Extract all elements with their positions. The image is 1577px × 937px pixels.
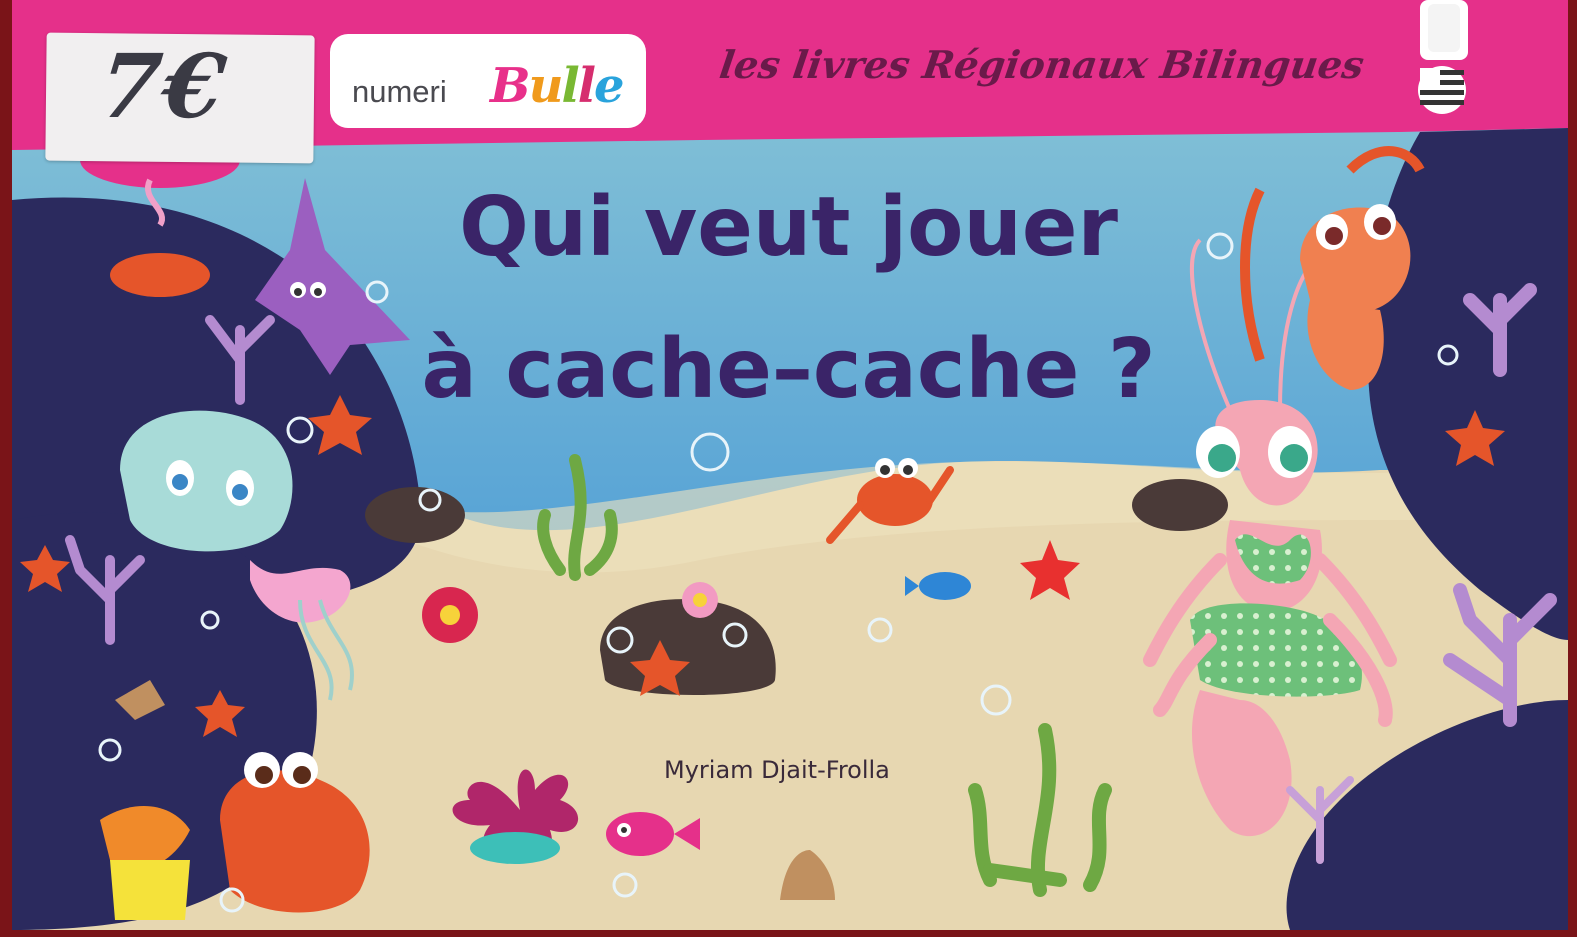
publisher-name-part1: numeri bbox=[352, 74, 447, 109]
pink-fish bbox=[606, 812, 674, 856]
price-label: 7€ bbox=[94, 34, 232, 138]
book-title-line-1: Qui veut jouer bbox=[459, 180, 1118, 275]
series-label: les livres Régionaux Bilingues bbox=[716, 42, 1367, 87]
author-name: Myriam Djait-Frolla bbox=[664, 756, 890, 784]
blue-fish bbox=[919, 572, 971, 600]
small-rock-right bbox=[1132, 479, 1228, 531]
book-title-line-2: à cache–cache ? bbox=[421, 322, 1156, 417]
blue-jellyfish bbox=[120, 410, 293, 552]
publisher-name-part2: Bulle bbox=[490, 58, 624, 114]
red-crab bbox=[857, 474, 933, 526]
breton-flag-icon bbox=[1418, 66, 1466, 114]
small-rock-left bbox=[365, 487, 465, 543]
book-cover: 7€ numeri Bulle les livres Régionaux Bil… bbox=[0, 0, 1577, 937]
